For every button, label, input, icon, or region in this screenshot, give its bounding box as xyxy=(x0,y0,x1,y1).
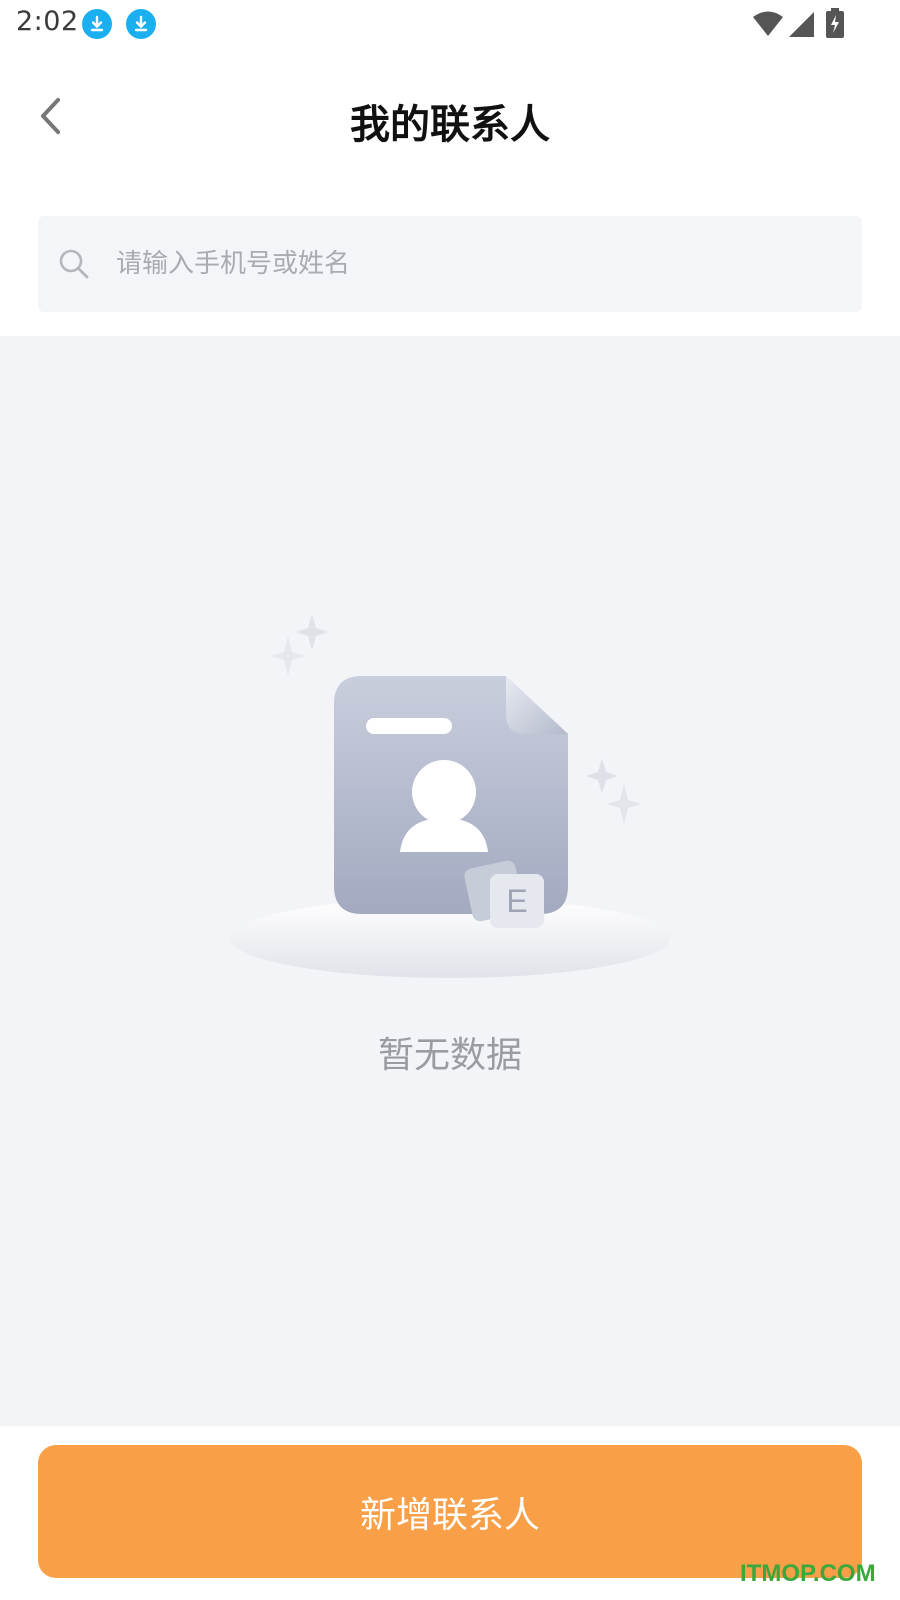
signal-icon xyxy=(789,12,814,37)
download-notification-icon xyxy=(82,9,112,39)
wifi-icon xyxy=(753,11,783,36)
search-box[interactable] xyxy=(38,216,862,312)
search-icon xyxy=(59,249,89,279)
header: 我的联系人 xyxy=(0,48,900,188)
add-contact-button[interactable]: 新增联系人 xyxy=(38,1445,862,1578)
search-input[interactable] xyxy=(116,234,862,294)
contact-list-area: E 暂无数据 xyxy=(0,336,900,1426)
watermark: ITMOP.COM xyxy=(740,1560,876,1587)
empty-message: 暂无数据 xyxy=(377,1035,522,1076)
download-notification-icon xyxy=(126,9,156,39)
page-title: 我的联系人 xyxy=(350,102,550,148)
status-time: 2:02 xyxy=(16,6,79,37)
badge-letter: E xyxy=(506,883,527,919)
status-bar: 2:02 xyxy=(0,0,900,48)
battery-charging-icon xyxy=(826,8,844,38)
contact-card-empty-icon: E xyxy=(230,614,670,978)
contacts-page: 2:02 我的联系人 请输入手机号或姓名 E 暂无数据 新增联系人 ITMOP.… xyxy=(0,0,900,1600)
